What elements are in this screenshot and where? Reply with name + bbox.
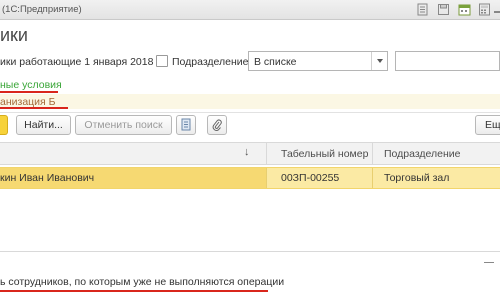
sort-descending-icon[interactable]: ↓ bbox=[244, 146, 250, 158]
save-icon[interactable] bbox=[437, 3, 450, 16]
table-header: ↓ Табельный номер Подразделение bbox=[0, 143, 500, 165]
calculator-icon[interactable] bbox=[478, 3, 491, 16]
scrollbar-thumb[interactable] bbox=[484, 262, 494, 263]
organization-strip bbox=[0, 94, 500, 109]
cancel-search-button[interactable]: Отменить поиск bbox=[75, 115, 172, 135]
column-number-header[interactable]: Табельный номер bbox=[281, 148, 368, 160]
toolbar-divider bbox=[0, 112, 500, 113]
create-button[interactable] bbox=[0, 115, 8, 135]
show-inactive-employees-label[interactable]: ь сотрудников, по которым уже не выполня… bbox=[0, 276, 284, 288]
list-button[interactable] bbox=[176, 115, 196, 135]
employee-number-cell[interactable]: 00ЗП-00255 bbox=[281, 172, 339, 184]
find-button[interactable]: Найти... bbox=[16, 115, 71, 135]
subdivision-label: Подразделение bbox=[172, 56, 249, 68]
column-divider[interactable] bbox=[266, 143, 267, 165]
attach-button[interactable] bbox=[207, 115, 227, 135]
date-filter-label[interactable]: ики работающие 1 января 2018 г. bbox=[0, 56, 162, 68]
minimize-icon[interactable] bbox=[491, 2, 500, 17]
subdivision-value-field[interactable] bbox=[395, 51, 500, 71]
column-subdivision-header[interactable]: Подразделение bbox=[384, 148, 461, 160]
window-title: (1С:Предприятие) bbox=[2, 4, 82, 15]
employee-subdivision-cell[interactable]: Торговый зал bbox=[384, 172, 449, 184]
subdivision-checkbox[interactable] bbox=[156, 55, 168, 67]
column-divider bbox=[372, 168, 373, 188]
annotation-underline bbox=[0, 107, 68, 109]
table-row[interactable]: кин Иван Иванович 00ЗП-00255 Торговый за… bbox=[0, 167, 500, 189]
annotation-underline bbox=[0, 290, 268, 292]
subdivision-select[interactable]: В списке bbox=[248, 51, 388, 71]
calendar-icon[interactable] bbox=[458, 3, 471, 16]
list-icon bbox=[180, 118, 192, 135]
more-button[interactable]: Ещ bbox=[475, 115, 500, 135]
special-conditions-link[interactable]: ные условия bbox=[0, 79, 62, 91]
column-divider[interactable] bbox=[372, 143, 373, 165]
employees-table: ↓ Табельный номер Подразделение кин Иван… bbox=[0, 142, 500, 252]
subdivision-select-value: В списке bbox=[254, 56, 297, 68]
employee-name-cell[interactable]: кин Иван Иванович bbox=[0, 172, 94, 184]
column-divider bbox=[266, 168, 267, 188]
chevron-down-icon[interactable] bbox=[371, 52, 387, 70]
page-title: ики bbox=[0, 25, 28, 45]
bookmark-icon[interactable] bbox=[416, 3, 429, 16]
annotation-underline bbox=[0, 91, 58, 93]
paperclip-icon bbox=[211, 119, 223, 135]
window-titlebar: (1С:Предприятие) bbox=[0, 0, 500, 20]
